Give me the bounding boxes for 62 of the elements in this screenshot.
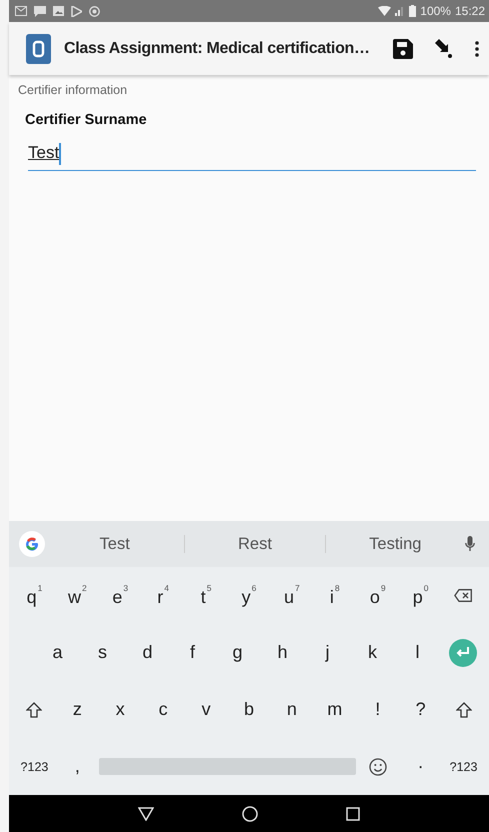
- input-field[interactable]: Test: [28, 143, 476, 171]
- recents-icon[interactable]: [346, 806, 360, 820]
- key[interactable]: e$^{3}$: [98, 583, 142, 608]
- key[interactable]: l: [395, 642, 440, 663]
- key[interactable]: j: [305, 642, 350, 663]
- clock: 15:22: [454, 4, 485, 18]
- key[interactable]: y$^{6}$: [228, 583, 270, 608]
- key[interactable]: w$^{2}$: [56, 583, 99, 608]
- signal-icon: [395, 6, 406, 16]
- play-store-icon: [71, 6, 82, 16]
- key[interactable]: ·: [399, 756, 442, 777]
- suggestion[interactable]: Test: [45, 534, 184, 554]
- shift-icon[interactable]: [456, 702, 472, 718]
- key[interactable]: x: [98, 699, 142, 720]
- battery-icon: [409, 5, 416, 17]
- microphone-icon[interactable]: [464, 536, 475, 552]
- key[interactable]: p$^{0}$: [399, 583, 442, 608]
- field-label: Certifier Surname: [25, 112, 148, 128]
- window-title: Class Assignment: Medical certification…: [64, 40, 371, 58]
- key[interactable]: b: [228, 699, 270, 720]
- key[interactable]: q$^{1}$: [13, 583, 56, 608]
- key[interactable]: o$^{9}$: [356, 583, 400, 608]
- shift-icon[interactable]: [26, 702, 42, 718]
- key[interactable]: m: [313, 699, 356, 720]
- save-icon[interactable]: [393, 38, 413, 58]
- key[interactable]: !: [356, 699, 400, 720]
- target-icon: [89, 6, 100, 16]
- arrow-icon[interactable]: [433, 38, 453, 58]
- google-icon[interactable]: [19, 531, 45, 557]
- key[interactable]: i$^{8}$: [313, 583, 356, 608]
- key[interactable]: g: [215, 642, 260, 663]
- key[interactable]: s: [80, 642, 125, 663]
- more-icon[interactable]: [475, 40, 479, 56]
- key[interactable]: u$^{7}$: [270, 583, 314, 608]
- smiley-icon[interactable]: [368, 758, 387, 776]
- back-icon[interactable]: [138, 806, 154, 820]
- message-icon: [34, 6, 46, 16]
- key[interactable]: h: [260, 642, 305, 663]
- suggestion[interactable]: Testing: [326, 534, 465, 554]
- key[interactable]: c: [142, 699, 185, 720]
- battery-level: 100%: [420, 4, 451, 18]
- key[interactable]: z: [56, 699, 99, 720]
- section-title: Certifier information: [18, 83, 128, 97]
- key[interactable]: t$^{5}$: [184, 583, 228, 608]
- key[interactable]: v: [184, 699, 228, 720]
- home-icon[interactable]: [242, 806, 258, 822]
- key[interactable]: r$^{4}$: [142, 583, 185, 608]
- key[interactable]: ?123: [13, 760, 56, 774]
- mail-icon: [15, 6, 27, 16]
- backspace-icon[interactable]: [454, 589, 474, 602]
- key[interactable]: f: [170, 642, 215, 663]
- image-icon: [53, 6, 64, 16]
- app-icon: [26, 34, 51, 64]
- key[interactable]: n: [270, 699, 314, 720]
- wifi-icon: [378, 6, 392, 16]
- key[interactable]: ?123: [442, 760, 485, 774]
- suggestion[interactable]: Rest: [185, 534, 325, 554]
- key[interactable]: d: [125, 642, 170, 663]
- key[interactable]: ,: [56, 756, 99, 777]
- key[interactable]: ?: [399, 699, 442, 720]
- key[interactable]: k: [350, 642, 395, 663]
- key[interactable]: a: [35, 642, 80, 663]
